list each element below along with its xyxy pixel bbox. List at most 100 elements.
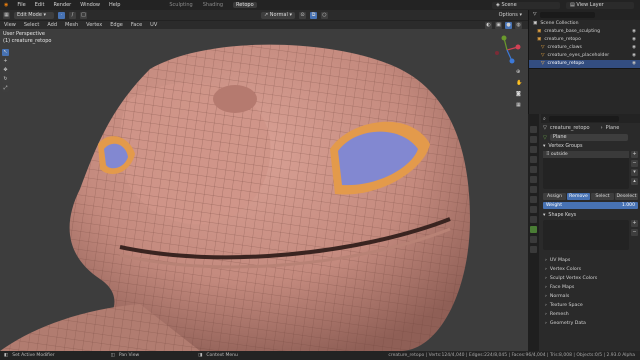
select-tool-icon[interactable]: ↖ — [2, 49, 9, 56]
menu-select[interactable]: Select — [24, 22, 39, 28]
visibility-eye-icon[interactable]: ◉ — [632, 28, 636, 36]
editor-type-icon[interactable]: ▦ — [3, 11, 10, 19]
snap-icon[interactable]: ⧉ — [309, 11, 317, 19]
render-tab-icon[interactable] — [530, 136, 537, 143]
viewport-header: ▦ Edit Mode ▾ · / □ ↗ Normal ▾ ⊙ ⧉ ○ Opt… — [0, 10, 528, 20]
scene-selector[interactable]: ◈ Scene — [492, 1, 560, 9]
view-layer-selector[interactable]: ▤ View Layer — [566, 1, 634, 9]
mode-dropdown[interactable]: Edit Mode ▾ — [14, 11, 54, 19]
object-tab-icon[interactable] — [530, 176, 537, 183]
panel-remesh[interactable]: › Remesh — [541, 310, 640, 319]
creature-mesh[interactable] — [0, 29, 528, 351]
visibility-eye-icon[interactable]: ◉ — [632, 60, 636, 68]
assign-button[interactable]: Assign — [543, 193, 566, 200]
constraints-tab-icon[interactable] — [530, 216, 537, 223]
add-icon[interactable]: + — [631, 220, 638, 227]
modifier-tab-icon[interactable] — [530, 186, 537, 193]
add-icon[interactable]: + — [631, 151, 638, 158]
menu-uv[interactable]: UV — [150, 22, 157, 28]
menu-face[interactable]: Face — [131, 22, 142, 28]
navigation-gizmo[interactable] — [492, 35, 522, 65]
options-dropdown[interactable]: Options ▾ — [499, 12, 522, 18]
edge-select-icon[interactable]: / — [69, 11, 76, 19]
pivot-icon[interactable]: ⊙ — [298, 11, 306, 19]
remove-icon[interactable]: − — [631, 229, 638, 236]
solid-shading-icon[interactable]: ● — [505, 21, 512, 29]
panel-face-maps[interactable]: › Face Maps — [541, 283, 640, 292]
proportional-icon[interactable]: ○ — [320, 11, 328, 19]
menu-edge[interactable]: Edge — [110, 22, 123, 28]
outliner-item-scene-collection[interactable]: ▣ Scene Collection — [529, 20, 640, 28]
panel-geometry-data[interactable]: › Geometry Data — [541, 319, 640, 328]
panel-normals[interactable]: › Normals — [541, 292, 640, 301]
remove-icon[interactable]: − — [631, 160, 638, 167]
scale-tool-icon[interactable]: ⤢ — [2, 85, 9, 92]
rotate-tool-icon[interactable]: ↻ — [2, 76, 9, 83]
orientation-dropdown[interactable]: ↗ Normal ▾ — [261, 11, 295, 19]
scene-tab-icon[interactable] — [530, 156, 537, 163]
panel-vertex-colors[interactable]: › Vertex Colors — [541, 265, 640, 274]
remove-button[interactable]: Remove — [567, 193, 590, 200]
menu-file[interactable]: File — [17, 2, 25, 8]
outliner-item[interactable]: ▣ creature_retopo ◉ — [529, 36, 640, 44]
vertex-select-icon[interactable]: · — [58, 11, 65, 19]
deselect-button[interactable]: Deselect — [615, 193, 638, 200]
face-select-icon[interactable]: □ — [80, 11, 87, 19]
zoom-icon[interactable]: ⊕ — [516, 69, 522, 75]
material-shading-icon[interactable]: ◍ — [515, 21, 522, 29]
tab-shading[interactable]: Shading — [203, 2, 223, 8]
physics-tab-icon[interactable] — [530, 206, 537, 213]
xray-icon[interactable]: ▣ — [495, 21, 502, 29]
particles-tab-icon[interactable] — [530, 196, 537, 203]
menu-view[interactable]: View — [4, 22, 16, 28]
shape-keys-listbox[interactable] — [543, 220, 629, 250]
outliner-item[interactable]: ▣ creature_base_sculpting ◉ — [529, 28, 640, 36]
blender-logo-icon[interactable]: ◉ — [4, 2, 8, 8]
ortho-grid-icon[interactable]: ▦ — [516, 102, 522, 108]
outliner-search-input[interactable] — [539, 12, 595, 18]
vertex-group-item[interactable]: ⠿ outside — [543, 151, 629, 158]
3d-viewport[interactable]: User Perspective (1) creature_retopo ⊕ ✋… — [0, 29, 528, 351]
select-button[interactable]: Select — [591, 193, 614, 200]
orientation-label: Normal — [269, 11, 288, 18]
panel-uv-maps[interactable]: › UV Maps — [541, 256, 640, 265]
visibility-eye-icon[interactable]: ◉ — [632, 36, 636, 44]
vertex-groups-header[interactable]: ▾ Vertex Groups — [541, 142, 640, 151]
chevron-down-icon[interactable]: ▾ — [631, 169, 638, 176]
move-up-icon[interactable]: ▴ — [631, 178, 638, 185]
panel-sculpt-vertex-colors[interactable]: › Sculpt Vertex Colors — [541, 274, 640, 283]
move-tool-icon[interactable]: ✥ — [2, 67, 9, 74]
cursor-tool-icon[interactable]: + — [2, 58, 9, 65]
outliner-item[interactable]: ▽ creature_claws ◉ — [529, 44, 640, 52]
outliner-item-selected[interactable]: ▽ creature_retopo ◉ — [529, 60, 640, 68]
visibility-eye-icon[interactable]: ◉ — [632, 52, 636, 60]
tool-tab-icon[interactable] — [530, 126, 537, 133]
menu-help[interactable]: Help — [109, 2, 120, 8]
weight-slider[interactable]: Weight 1.000 — [543, 202, 638, 209]
menu-window[interactable]: Window — [80, 2, 100, 8]
world-tab-icon[interactable] — [530, 166, 537, 173]
properties-content: ⌕ ▽ creature_retopo › Plane ▽ Plane ▾ Ve… — [541, 114, 640, 351]
tab-retopo[interactable]: Retopo — [233, 2, 257, 8]
visibility-eye-icon[interactable]: ◉ — [632, 44, 636, 52]
shape-keys-header[interactable]: ▾ Shape Keys — [541, 211, 640, 220]
camera-view-icon[interactable]: ◙ — [516, 91, 522, 97]
menu-render[interactable]: Render — [53, 2, 71, 8]
output-tab-icon[interactable] — [530, 146, 537, 153]
tab-sculpting[interactable]: Sculpting — [169, 2, 192, 8]
mesh-data-tab-icon[interactable] — [530, 226, 537, 233]
menu-add[interactable]: Add — [47, 22, 57, 28]
vertex-group-listbox[interactable]: ⠿ outside — [543, 151, 629, 189]
pan-hand-icon[interactable]: ✋ — [516, 80, 522, 86]
material-tab-icon[interactable] — [530, 236, 537, 243]
menu-vertex[interactable]: Vertex — [86, 22, 102, 28]
overlay-icon[interactable]: ◐ — [485, 21, 492, 29]
mesh-datablock-field[interactable]: Plane — [549, 134, 628, 141]
outliner-item[interactable]: ▽ creature_eyes_placeholder ◉ — [529, 52, 640, 60]
texture-tab-icon[interactable] — [530, 246, 537, 253]
filter-icon[interactable]: ▽ — [533, 11, 537, 19]
panel-texture-space[interactable]: › Texture Space — [541, 301, 640, 310]
menu-mesh[interactable]: Mesh — [65, 22, 78, 28]
properties-search-input[interactable] — [548, 115, 619, 122]
menu-edit[interactable]: Edit — [35, 2, 45, 8]
